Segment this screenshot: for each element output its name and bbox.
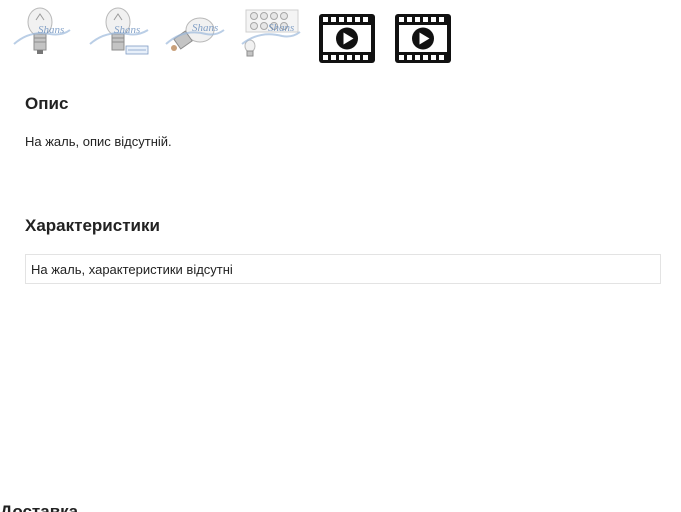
thumbnail-image-1[interactable]: Shans: [10, 0, 76, 66]
product-details-page: Shans Shans Shans Shans Опис На жаль, оп…: [0, 0, 681, 512]
thumbnail-image-4[interactable]: Shans: [238, 0, 304, 66]
specifications-empty-text: На жаль, характеристики відсутні: [31, 262, 233, 277]
description-text: На жаль, опис відсутній.: [25, 134, 172, 149]
description-heading: Опис: [25, 94, 69, 113]
thumbnail-video-2[interactable]: [390, 0, 456, 66]
specifications-heading: Характеристики: [25, 216, 160, 235]
watermark-text: Shans: [192, 22, 219, 34]
specifications-table: На жаль, характеристики відсутні: [25, 254, 661, 284]
watermark-text: Shans: [38, 24, 65, 36]
video-film-icon: [319, 14, 375, 63]
thumbnail-video-1[interactable]: [314, 0, 380, 66]
watermark-text: Shans: [114, 24, 141, 36]
delivery-heading: Доставка: [0, 502, 79, 512]
thumbnail-image-2[interactable]: Shans: [86, 0, 152, 66]
thumbnail-image-3[interactable]: Shans: [162, 0, 228, 66]
watermark-text: Shans: [268, 22, 295, 34]
video-film-icon: [395, 14, 451, 63]
media-gallery: Shans Shans Shans Shans: [10, 0, 466, 66]
